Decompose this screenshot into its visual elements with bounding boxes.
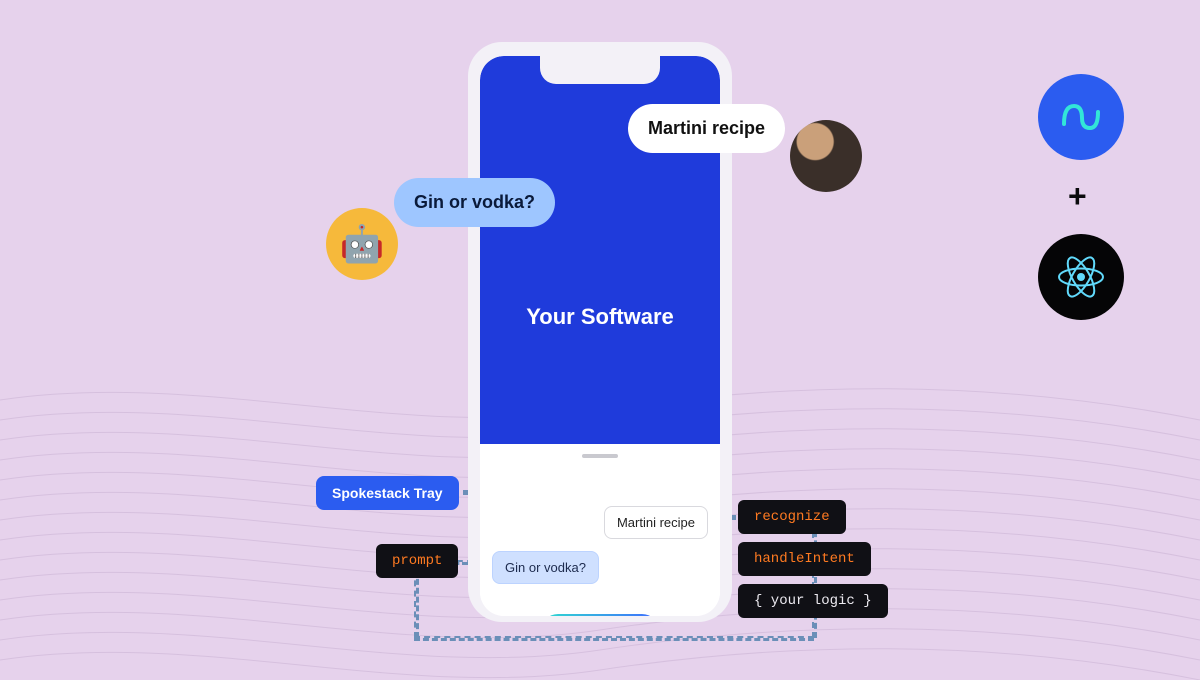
connector-line [812,522,817,638]
bot-avatar: 🤖 [326,208,398,280]
listening-button[interactable]: LISTENING [541,614,658,616]
spokestack-logo-icon [1038,74,1124,160]
user-avatar [790,120,862,192]
react-logo-icon [1038,234,1124,320]
your-logic-label: { your logic } [738,584,888,618]
spokestack-tray-label: Spokestack Tray [316,476,459,510]
connector-line [414,570,419,638]
plus-icon: + [1068,178,1087,215]
handle-intent-label: handleIntent [738,542,871,576]
phone-notch [540,56,660,84]
bot-speech-bubble: Gin or vodka? [394,178,555,227]
recognize-label: recognize [738,500,846,534]
phone-title: Your Software [480,304,720,330]
tray-user-message: Martini recipe [604,506,708,539]
spokestack-tray: Martini recipe Gin or vodka? LISTENING [480,444,720,616]
prompt-label: prompt [376,544,458,578]
connector-line [414,636,814,641]
tray-bot-message: Gin or vodka? [492,551,599,584]
user-speech-bubble: Martini recipe [628,104,785,153]
robot-icon: 🤖 [340,223,385,265]
drag-handle-icon[interactable] [582,454,618,458]
